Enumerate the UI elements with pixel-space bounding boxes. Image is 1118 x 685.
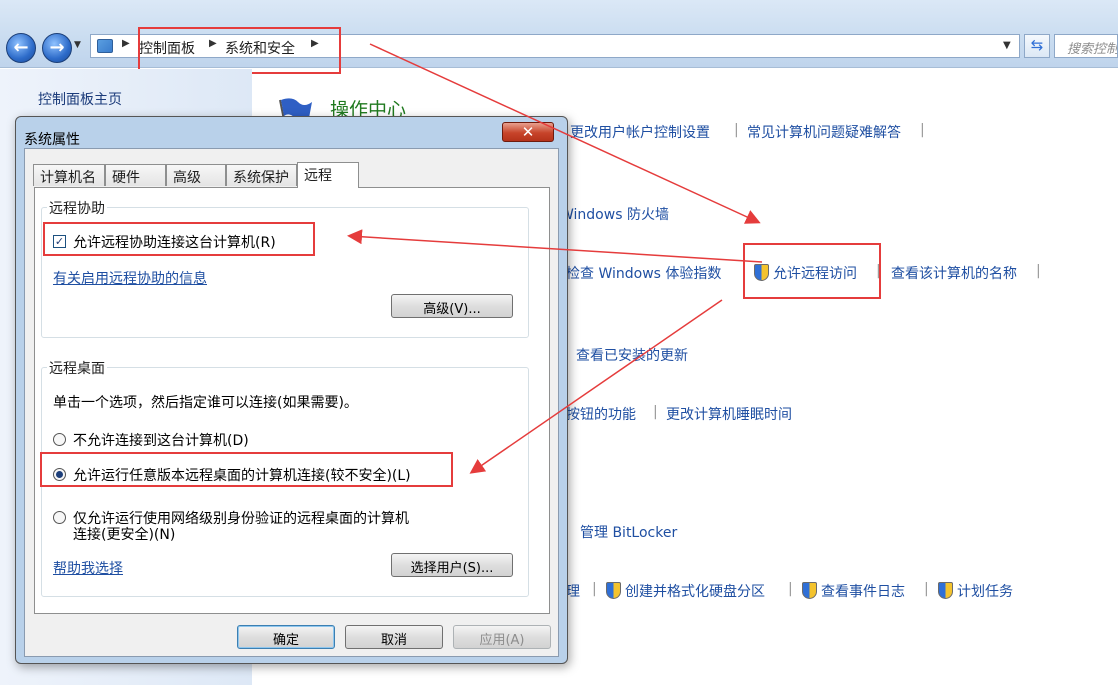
annotation-box-breadcrumb bbox=[138, 27, 341, 74]
select-users-button[interactable]: 选择用户(S)... bbox=[391, 553, 513, 577]
dialog-body: 计算机名 硬件 高级 系统保护 远程 远程协助 ✓ 允许远程协助连接这台计算机(… bbox=[24, 148, 559, 657]
close-icon[interactable]: ✕ bbox=[502, 122, 554, 142]
power-button-link[interactable]: 按钮的功能 bbox=[566, 404, 636, 424]
sleep-time-link[interactable]: 更改计算机睡眠时间 bbox=[666, 404, 792, 424]
uac-shield-icon bbox=[606, 582, 621, 599]
disk-partition-link[interactable]: 创建并格式化硬盘分区 bbox=[606, 581, 765, 601]
radio-disallow-connections[interactable] bbox=[53, 433, 66, 446]
history-dropdown-icon[interactable]: ▼ bbox=[74, 40, 81, 50]
task-scheduler-link[interactable]: 计划任务 bbox=[938, 581, 1013, 601]
tab-computer-name[interactable]: 计算机名 bbox=[33, 164, 105, 186]
uac-shield-icon bbox=[938, 582, 953, 599]
experience-index-link[interactable]: 检查 Windows 体验指数 bbox=[566, 263, 721, 283]
remote-desktop-title: 远程桌面 bbox=[47, 358, 107, 378]
remote-assistance-title: 远程协助 bbox=[47, 198, 107, 218]
tab-advanced[interactable]: 高级 bbox=[166, 164, 226, 186]
separator: | bbox=[653, 404, 658, 420]
admin-partial-link[interactable]: 理 bbox=[566, 581, 580, 601]
address-dropdown-icon[interactable]: ▼ bbox=[1003, 40, 1011, 51]
computer-name-link[interactable]: 查看该计算机的名称 bbox=[891, 263, 1017, 283]
radio-allow-nla-only[interactable] bbox=[53, 511, 66, 524]
remote-desktop-instruction: 单击一个选项，然后指定谁可以连接(如果需要)。 bbox=[53, 395, 358, 411]
separator: | bbox=[734, 122, 739, 138]
control-panel-home-link[interactable]: 控制面板主页 bbox=[38, 89, 122, 109]
tab-system-protection[interactable]: 系统保护 bbox=[226, 164, 297, 186]
dialog-title: 系统属性 bbox=[24, 132, 80, 148]
apply-button[interactable]: 应用(A) bbox=[453, 625, 551, 649]
cancel-button[interactable]: 取消 bbox=[345, 625, 443, 649]
radio-nla-label-line2[interactable]: 连接(更安全)(N) bbox=[73, 524, 175, 544]
annotation-box-desktop-option bbox=[40, 452, 453, 487]
annotation-box-remote-access bbox=[743, 243, 881, 299]
advanced-button[interactable]: 高级(V)... bbox=[391, 294, 513, 318]
uac-shield-icon bbox=[802, 582, 817, 599]
system-properties-dialog: 系统属性 ✕ 计算机名 硬件 高级 系统保护 远程 远程协助 ✓ 允许远程协助连… bbox=[15, 116, 568, 664]
installed-updates-link[interactable]: 查看已安装的更新 bbox=[576, 345, 688, 365]
annotation-box-assistance bbox=[43, 222, 315, 256]
help-me-choose-link[interactable]: 帮助我选择 bbox=[53, 558, 123, 578]
tab-remote[interactable]: 远程 bbox=[297, 162, 359, 188]
uac-settings-link[interactable]: 更改用户帐户控制设置 bbox=[570, 122, 710, 142]
event-log-link[interactable]: 查看事件日志 bbox=[802, 581, 905, 601]
chevron-right-icon: ▶ bbox=[122, 38, 130, 49]
tab-hardware[interactable]: 硬件 bbox=[105, 164, 166, 186]
radio-disallow-label[interactable]: 不允许连接到这台计算机(D) bbox=[73, 430, 249, 450]
separator: | bbox=[788, 581, 793, 597]
separator: | bbox=[1036, 263, 1041, 279]
remote-tab-panel: 远程协助 ✓ 允许远程协助连接这台计算机(R) 有关启用远程协助的信息 高级(V… bbox=[34, 187, 550, 614]
firewall-link[interactable]: Windows 防火墙 bbox=[560, 204, 669, 224]
forward-arrow-icon[interactable]: → bbox=[42, 33, 72, 63]
separator: | bbox=[924, 581, 929, 597]
ok-button[interactable]: 确定 bbox=[237, 625, 335, 649]
bitlocker-link[interactable]: 管理 BitLocker bbox=[580, 522, 677, 542]
back-arrow-icon[interactable]: ← bbox=[6, 33, 36, 63]
search-input[interactable]: 搜索控制 bbox=[1054, 34, 1118, 58]
troubleshoot-link[interactable]: 常见计算机问题疑难解答 bbox=[747, 122, 901, 142]
remote-assistance-info-link[interactable]: 有关启用远程协助的信息 bbox=[53, 268, 207, 288]
control-panel-icon bbox=[97, 39, 113, 53]
separator: | bbox=[592, 581, 597, 597]
separator: | bbox=[920, 122, 925, 138]
refresh-icon[interactable]: ⇆ bbox=[1024, 34, 1050, 58]
